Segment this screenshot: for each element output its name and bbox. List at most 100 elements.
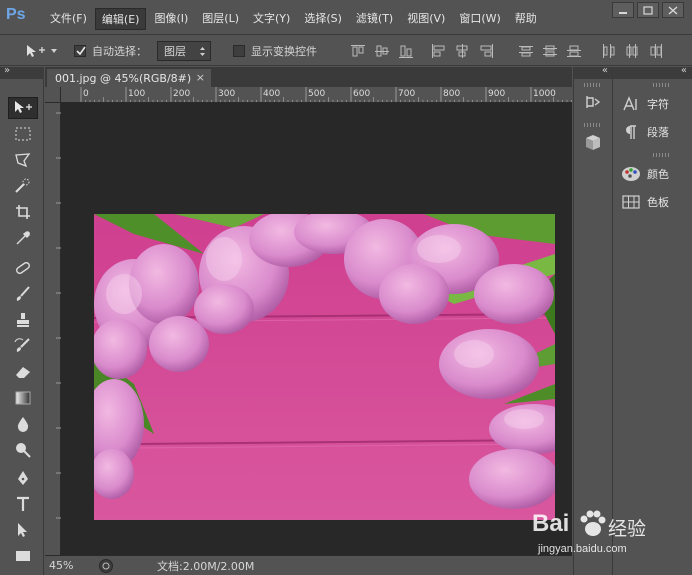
marquee-tool[interactable] (8, 123, 38, 145)
align-bottom-icon[interactable] (398, 43, 414, 59)
ruler-tick-label: 500 (308, 89, 325, 99)
move-tool-preset[interactable] (24, 42, 58, 60)
window-controls (609, 2, 684, 18)
vertical-ruler[interactable] (45, 103, 61, 555)
close-icon (668, 6, 678, 15)
distribute-hcenter-icon[interactable] (624, 43, 640, 59)
eyedropper-tool[interactable] (8, 227, 38, 249)
align-vcenter-icon[interactable] (374, 43, 390, 59)
gradient-icon (15, 391, 31, 405)
zoom-level[interactable]: 45% (49, 559, 93, 572)
ruler-tick-label: 700 (398, 89, 415, 99)
swatches-panel-label: 色板 (647, 196, 669, 209)
panel-grip[interactable] (584, 83, 602, 87)
eraser-tool[interactable] (8, 361, 38, 383)
collapse-strip-icon: « (601, 65, 608, 76)
align-left-icon[interactable] (430, 43, 446, 59)
type-tool[interactable] (8, 493, 38, 515)
close-window-button[interactable] (662, 2, 684, 18)
clone-stamp-tool[interactable] (8, 309, 38, 331)
lasso-icon (15, 153, 31, 168)
menu-window[interactable]: 窗口(W) (453, 8, 506, 30)
tools-panel-header[interactable]: » (0, 65, 44, 79)
align-right-icon[interactable] (478, 43, 494, 59)
maximize-icon (643, 6, 653, 15)
crop-icon (16, 205, 30, 219)
healing-brush-tool[interactable] (8, 257, 38, 279)
color-panel-label: 颜色 (647, 168, 669, 181)
align-hcenter-icon[interactable] (454, 43, 470, 59)
lasso-tool[interactable] (8, 149, 38, 171)
menu-edit[interactable]: 编辑(E) (94, 8, 147, 30)
menu-filter[interactable]: 滤镜(T) (350, 8, 399, 30)
show-transform-checkbox[interactable] (233, 45, 245, 57)
minimize-button[interactable] (612, 2, 634, 18)
align-top-icon[interactable] (350, 43, 366, 59)
status-menu-button[interactable] (99, 558, 113, 573)
history-brush-tool[interactable] (8, 335, 38, 357)
brush-icon (16, 286, 30, 301)
path-selection-tool[interactable] (8, 519, 38, 541)
panels-dock-header[interactable]: « (613, 65, 692, 79)
tulip-image (94, 214, 555, 520)
menu-items: 文件(F) 编辑(E) 图像(I) 图层(L) 文字(Y) 选择(S) 滤镜(T… (44, 8, 545, 30)
crop-tool[interactable] (8, 201, 38, 223)
character-panel-label: 字符 (647, 98, 669, 111)
ruler-ticks: 0 100 200 300 400 500 600 700 800 900 1000 (80, 87, 572, 102)
layers-3d-panel-button[interactable] (583, 133, 603, 153)
menu-help[interactable]: 帮助 (509, 8, 543, 30)
swatches-panel-button[interactable]: 色板 (621, 191, 669, 213)
panel-group-grip-2[interactable] (653, 153, 671, 157)
minimize-icon (619, 12, 627, 14)
distribute-top-icon[interactable] (518, 43, 534, 59)
ruler-origin[interactable] (45, 87, 61, 103)
menu-image[interactable]: 图像(I) (148, 8, 194, 30)
auto-select-option[interactable]: 自动选择： (74, 42, 147, 60)
bandage-icon (16, 262, 30, 274)
watermark-url: jingyan.baidu.com (538, 543, 627, 555)
panel-grip-2[interactable] (584, 123, 602, 127)
ruler-tick-label: 800 (443, 89, 460, 99)
path-select-icon (18, 523, 27, 537)
show-transform-option[interactable]: 显示变换控件 (233, 42, 317, 60)
pen-tool[interactable] (8, 467, 38, 489)
color-panel-button[interactable]: 颜色 (621, 163, 669, 185)
history-panel-button[interactable] (583, 93, 603, 113)
panel-group-grip[interactable] (653, 83, 671, 87)
menu-select[interactable]: 选择(S) (298, 8, 348, 30)
character-panel-button[interactable]: 字符 (621, 93, 669, 115)
document-size-info: 文档:2.00M/2.00M (157, 559, 255, 573)
auto-select-target-value: 图层 (164, 45, 186, 58)
cube-layers-icon (586, 135, 600, 150)
baidu-watermark: Bai 经验 jingyan.baidu.com (530, 510, 690, 570)
auto-select-target-dropdown[interactable]: 图层 (157, 41, 211, 61)
menu-file[interactable]: 文件(F) (44, 8, 93, 30)
rectangular-marquee-icon (15, 127, 31, 141)
menu-type[interactable]: 文字(Y) (247, 8, 296, 30)
document-tab-title: 001.jpg @ 45%(RGB/8#) (55, 71, 192, 85)
brush-tool[interactable] (8, 283, 38, 305)
canvas-pasteboard[interactable] (62, 104, 572, 555)
maximize-button[interactable] (637, 2, 659, 18)
auto-select-checkbox[interactable] (74, 45, 86, 57)
menu-view[interactable]: 视图(V) (401, 8, 451, 30)
icon-strip-header[interactable]: « (574, 65, 612, 79)
dodge-tool[interactable] (8, 439, 38, 461)
paragraph-panel-button[interactable]: 段落 (621, 121, 669, 143)
options-bar: 自动选择： 图层 显示变换控件 (0, 36, 692, 66)
close-tab-icon[interactable]: × (196, 71, 205, 84)
status-bar: 45% 文档:2.00M/2.00M (45, 555, 572, 575)
rectangle-tool[interactable] (8, 545, 38, 567)
move-tool[interactable] (8, 97, 38, 119)
distribute-vcenter-icon[interactable] (542, 43, 558, 59)
tulip-photo[interactable] (94, 214, 555, 520)
distribute-left-icon[interactable] (600, 43, 616, 59)
quick-selection-tool[interactable] (8, 175, 38, 197)
horizontal-ruler[interactable]: 0 100 200 300 400 500 600 700 800 900 1000 (61, 87, 572, 103)
menu-layer[interactable]: 图层(L) (196, 8, 245, 30)
distribute-right-icon[interactable] (648, 43, 664, 59)
distribute-bottom-icon[interactable] (566, 43, 582, 59)
document-tab[interactable]: 001.jpg @ 45%(RGB/8#) × (47, 69, 211, 87)
gradient-tool[interactable] (8, 387, 38, 409)
blur-tool[interactable] (8, 413, 38, 435)
